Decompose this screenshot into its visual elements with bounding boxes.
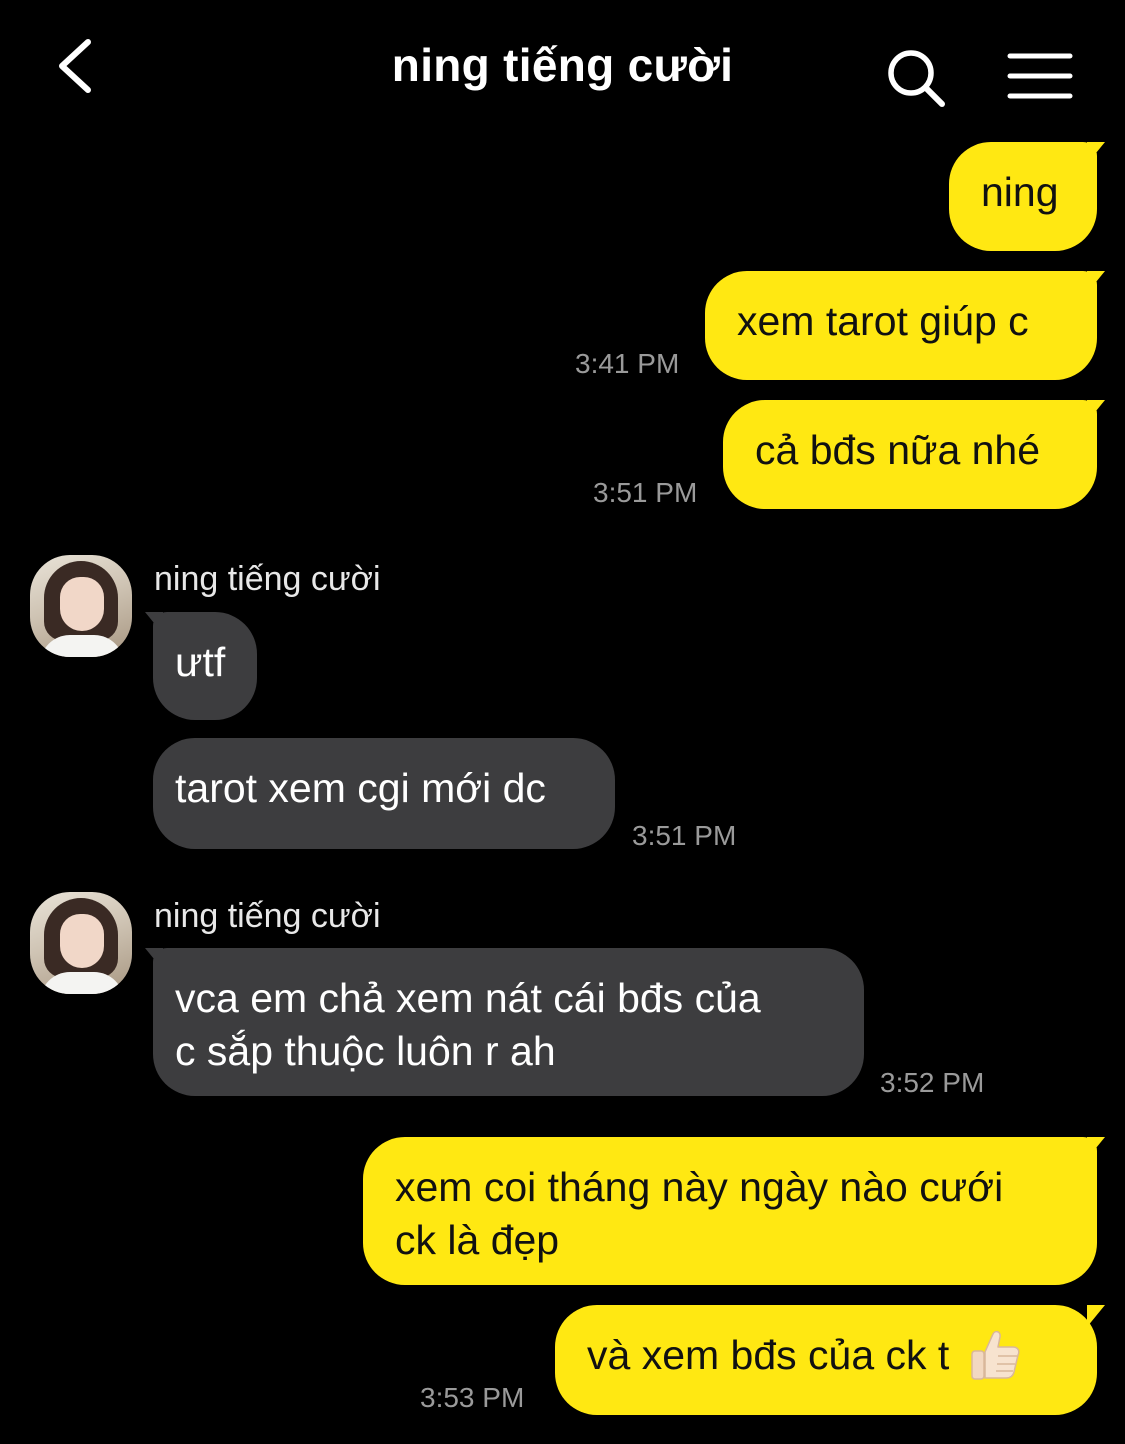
message-text-line: ck là đẹp (395, 1217, 560, 1263)
sender-name: ning tiếng cười (154, 560, 381, 598)
message-bubble-outgoing[interactable]: xem coi tháng này ngày nào cưới ck là đẹ… (363, 1137, 1105, 1285)
message-text: ưtf (175, 639, 226, 685)
message-timestamp: 3:51 PM (632, 820, 737, 851)
message-bubble-incoming[interactable]: ưtf (145, 612, 257, 720)
message-timestamp: 3:53 PM (420, 1382, 525, 1413)
sender-name: ning tiếng cười (154, 897, 381, 935)
message-timestamp: 3:51 PM (593, 477, 698, 508)
message-text: tarot xem cgi mới dc (175, 765, 546, 811)
chat-title: ning tiếng cười (391, 39, 734, 91)
message-bubble-outgoing[interactable]: cả bđs nữa nhé (723, 400, 1105, 509)
hamburger-menu-icon (1007, 53, 1073, 99)
contact-avatar[interactable] (30, 892, 132, 994)
message-bubble-outgoing[interactable]: ning (949, 142, 1105, 251)
message-bubble-incoming[interactable]: vca em chả xem nát cái bđs của c sắp thu… (145, 948, 864, 1096)
message-bubble-outgoing[interactable]: và xem bđs của ck t (555, 1305, 1105, 1415)
thumbs-up-emoji-icon (970, 1331, 1020, 1380)
search-icon (888, 50, 945, 107)
message-text: ning (981, 169, 1059, 215)
chat-header: ning tiếng cười (0, 0, 1125, 135)
message-bubble-incoming[interactable]: tarot xem cgi mới dc (153, 738, 615, 849)
message-timestamp: 3:52 PM (880, 1067, 985, 1098)
message-text: xem tarot giúp c (737, 298, 1029, 344)
message-text: cả bđs nữa nhé (755, 427, 1041, 473)
message-bubble-outgoing[interactable]: xem tarot giúp c (705, 271, 1105, 380)
message-text: và xem bđs của ck t (587, 1332, 950, 1378)
message-text-line: xem coi tháng này ngày nào cưới (395, 1164, 1004, 1210)
contact-avatar[interactable] (30, 555, 132, 657)
message-text-line: c sắp thuộc luôn r ah (175, 1028, 556, 1074)
search-button[interactable] (884, 46, 948, 110)
menu-button[interactable] (1006, 50, 1076, 106)
message-timestamp: 3:41 PM (575, 348, 680, 379)
message-text-line: vca em chả xem nát cái bđs của (175, 975, 761, 1021)
